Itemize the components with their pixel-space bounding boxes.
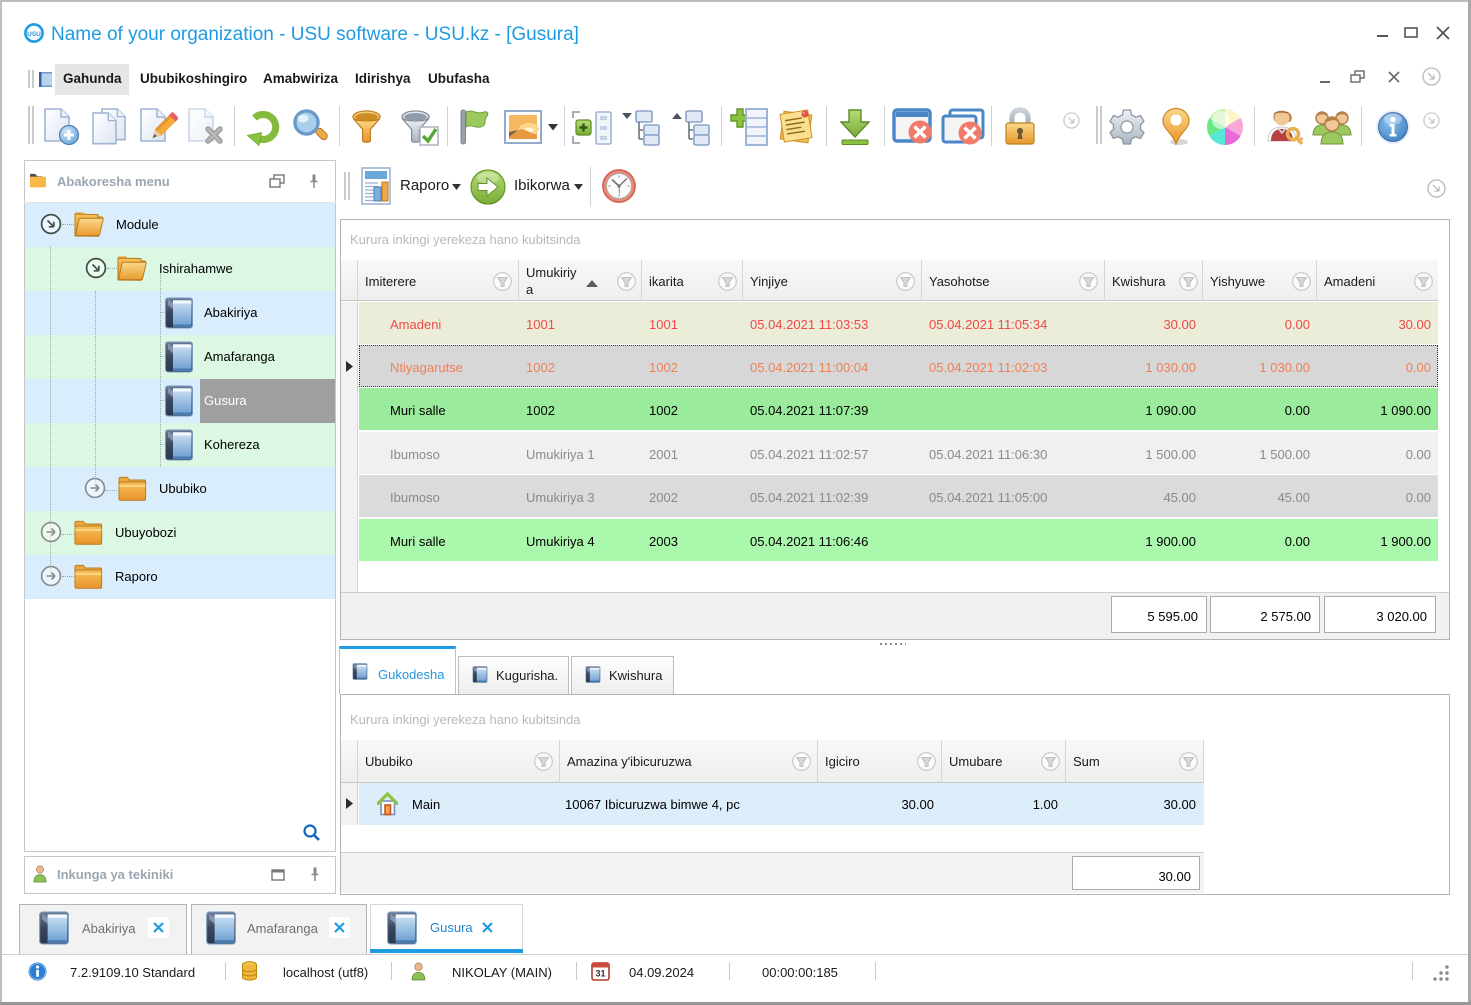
svg-text:USU: USU bbox=[27, 31, 41, 38]
svg-text:31: 31 bbox=[595, 969, 605, 979]
